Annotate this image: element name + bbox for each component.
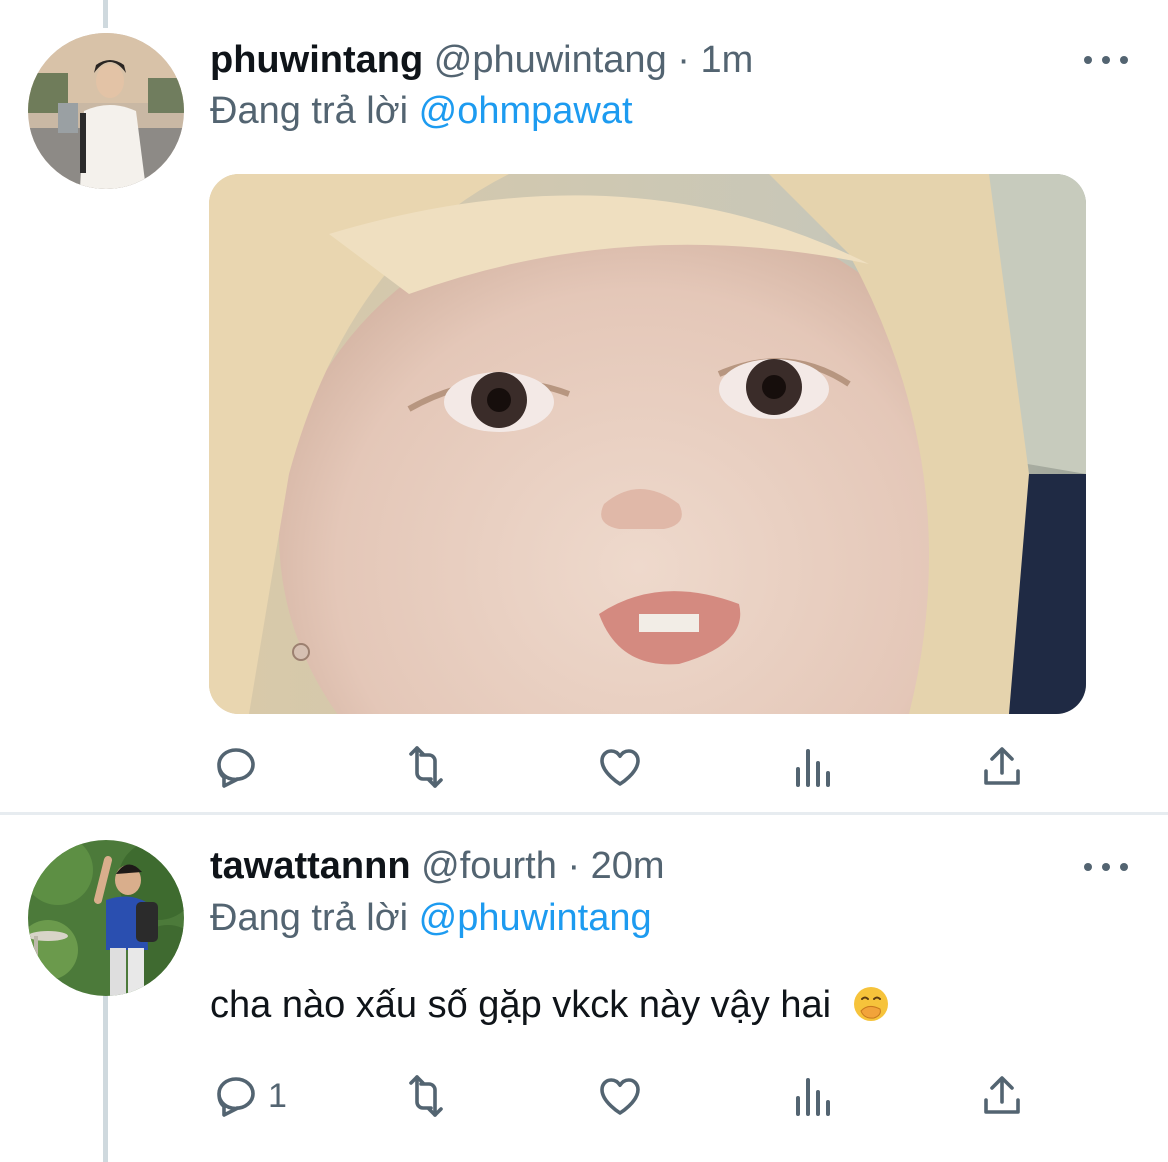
- tweet-body: cha nào xấu số gặp vkck này vậy hai: [210, 984, 832, 1026]
- like-button[interactable]: [596, 737, 652, 797]
- user-handle[interactable]: @phuwintang: [434, 39, 667, 81]
- thread-line-top: [103, 0, 108, 28]
- retweet-button[interactable]: [402, 1066, 458, 1126]
- share-icon: [984, 747, 1020, 785]
- avatar-tawattannn[interactable]: [28, 840, 184, 996]
- analytics-button[interactable]: [788, 737, 836, 797]
- tweet-divider: [0, 812, 1168, 815]
- tweet-time[interactable]: 1m: [701, 39, 754, 81]
- user-handle[interactable]: @fourth: [421, 845, 557, 887]
- analytics-icon: [796, 1078, 830, 1116]
- reply-mention-link[interactable]: @ohmpawat: [419, 90, 633, 132]
- reply-button[interactable]: [212, 737, 268, 797]
- heart-icon: [600, 1078, 640, 1115]
- like-button[interactable]: [596, 1066, 652, 1126]
- reply-mention-link[interactable]: @phuwintang: [419, 897, 652, 939]
- separator-dot: ·: [567, 845, 581, 887]
- reply-icon: [217, 748, 255, 788]
- replying-to: Đang trả lời @phuwintang: [210, 895, 652, 941]
- retweet-button[interactable]: [402, 737, 458, 797]
- display-name[interactable]: tawattannn: [210, 845, 411, 887]
- retweet-icon: [409, 746, 443, 788]
- tweet-header: phuwintang @phuwintang · 1m: [210, 37, 753, 83]
- analytics-icon: [796, 749, 830, 787]
- tweet-media-image[interactable]: [209, 174, 1086, 714]
- more-options-icon[interactable]: [1084, 857, 1128, 877]
- reply-prefix: Đang trả lời: [210, 90, 409, 132]
- separator-dot: ·: [677, 39, 690, 81]
- tweet-text: cha nào xấu số gặp vkck này vậy hai: [210, 982, 890, 1028]
- share-button[interactable]: [978, 737, 1026, 797]
- avatar-phuwintang[interactable]: [28, 33, 184, 189]
- share-icon: [984, 1076, 1020, 1114]
- tweet-actions: [0, 737, 1168, 797]
- reply-prefix: Đang trả lời: [210, 897, 409, 939]
- tweet-header: tawattannn @fourth · 20m: [210, 843, 665, 889]
- display-name[interactable]: phuwintang: [210, 39, 423, 81]
- more-options-icon[interactable]: [1084, 50, 1128, 70]
- replying-to: Đang trả lời @ohmpawat: [210, 88, 633, 134]
- retweet-icon: [409, 1075, 443, 1117]
- share-button[interactable]: [978, 1066, 1026, 1126]
- reply-button[interactable]: 1: [212, 1066, 287, 1126]
- reply-count: 1: [268, 1076, 287, 1115]
- analytics-button[interactable]: [788, 1066, 836, 1126]
- heart-icon: [600, 749, 640, 786]
- tweet-time[interactable]: 20m: [591, 845, 665, 887]
- tweet-actions: 1: [0, 1066, 1168, 1126]
- face-with-hand-over-mouth-icon: [852, 985, 890, 1023]
- reply-icon: [217, 1077, 255, 1117]
